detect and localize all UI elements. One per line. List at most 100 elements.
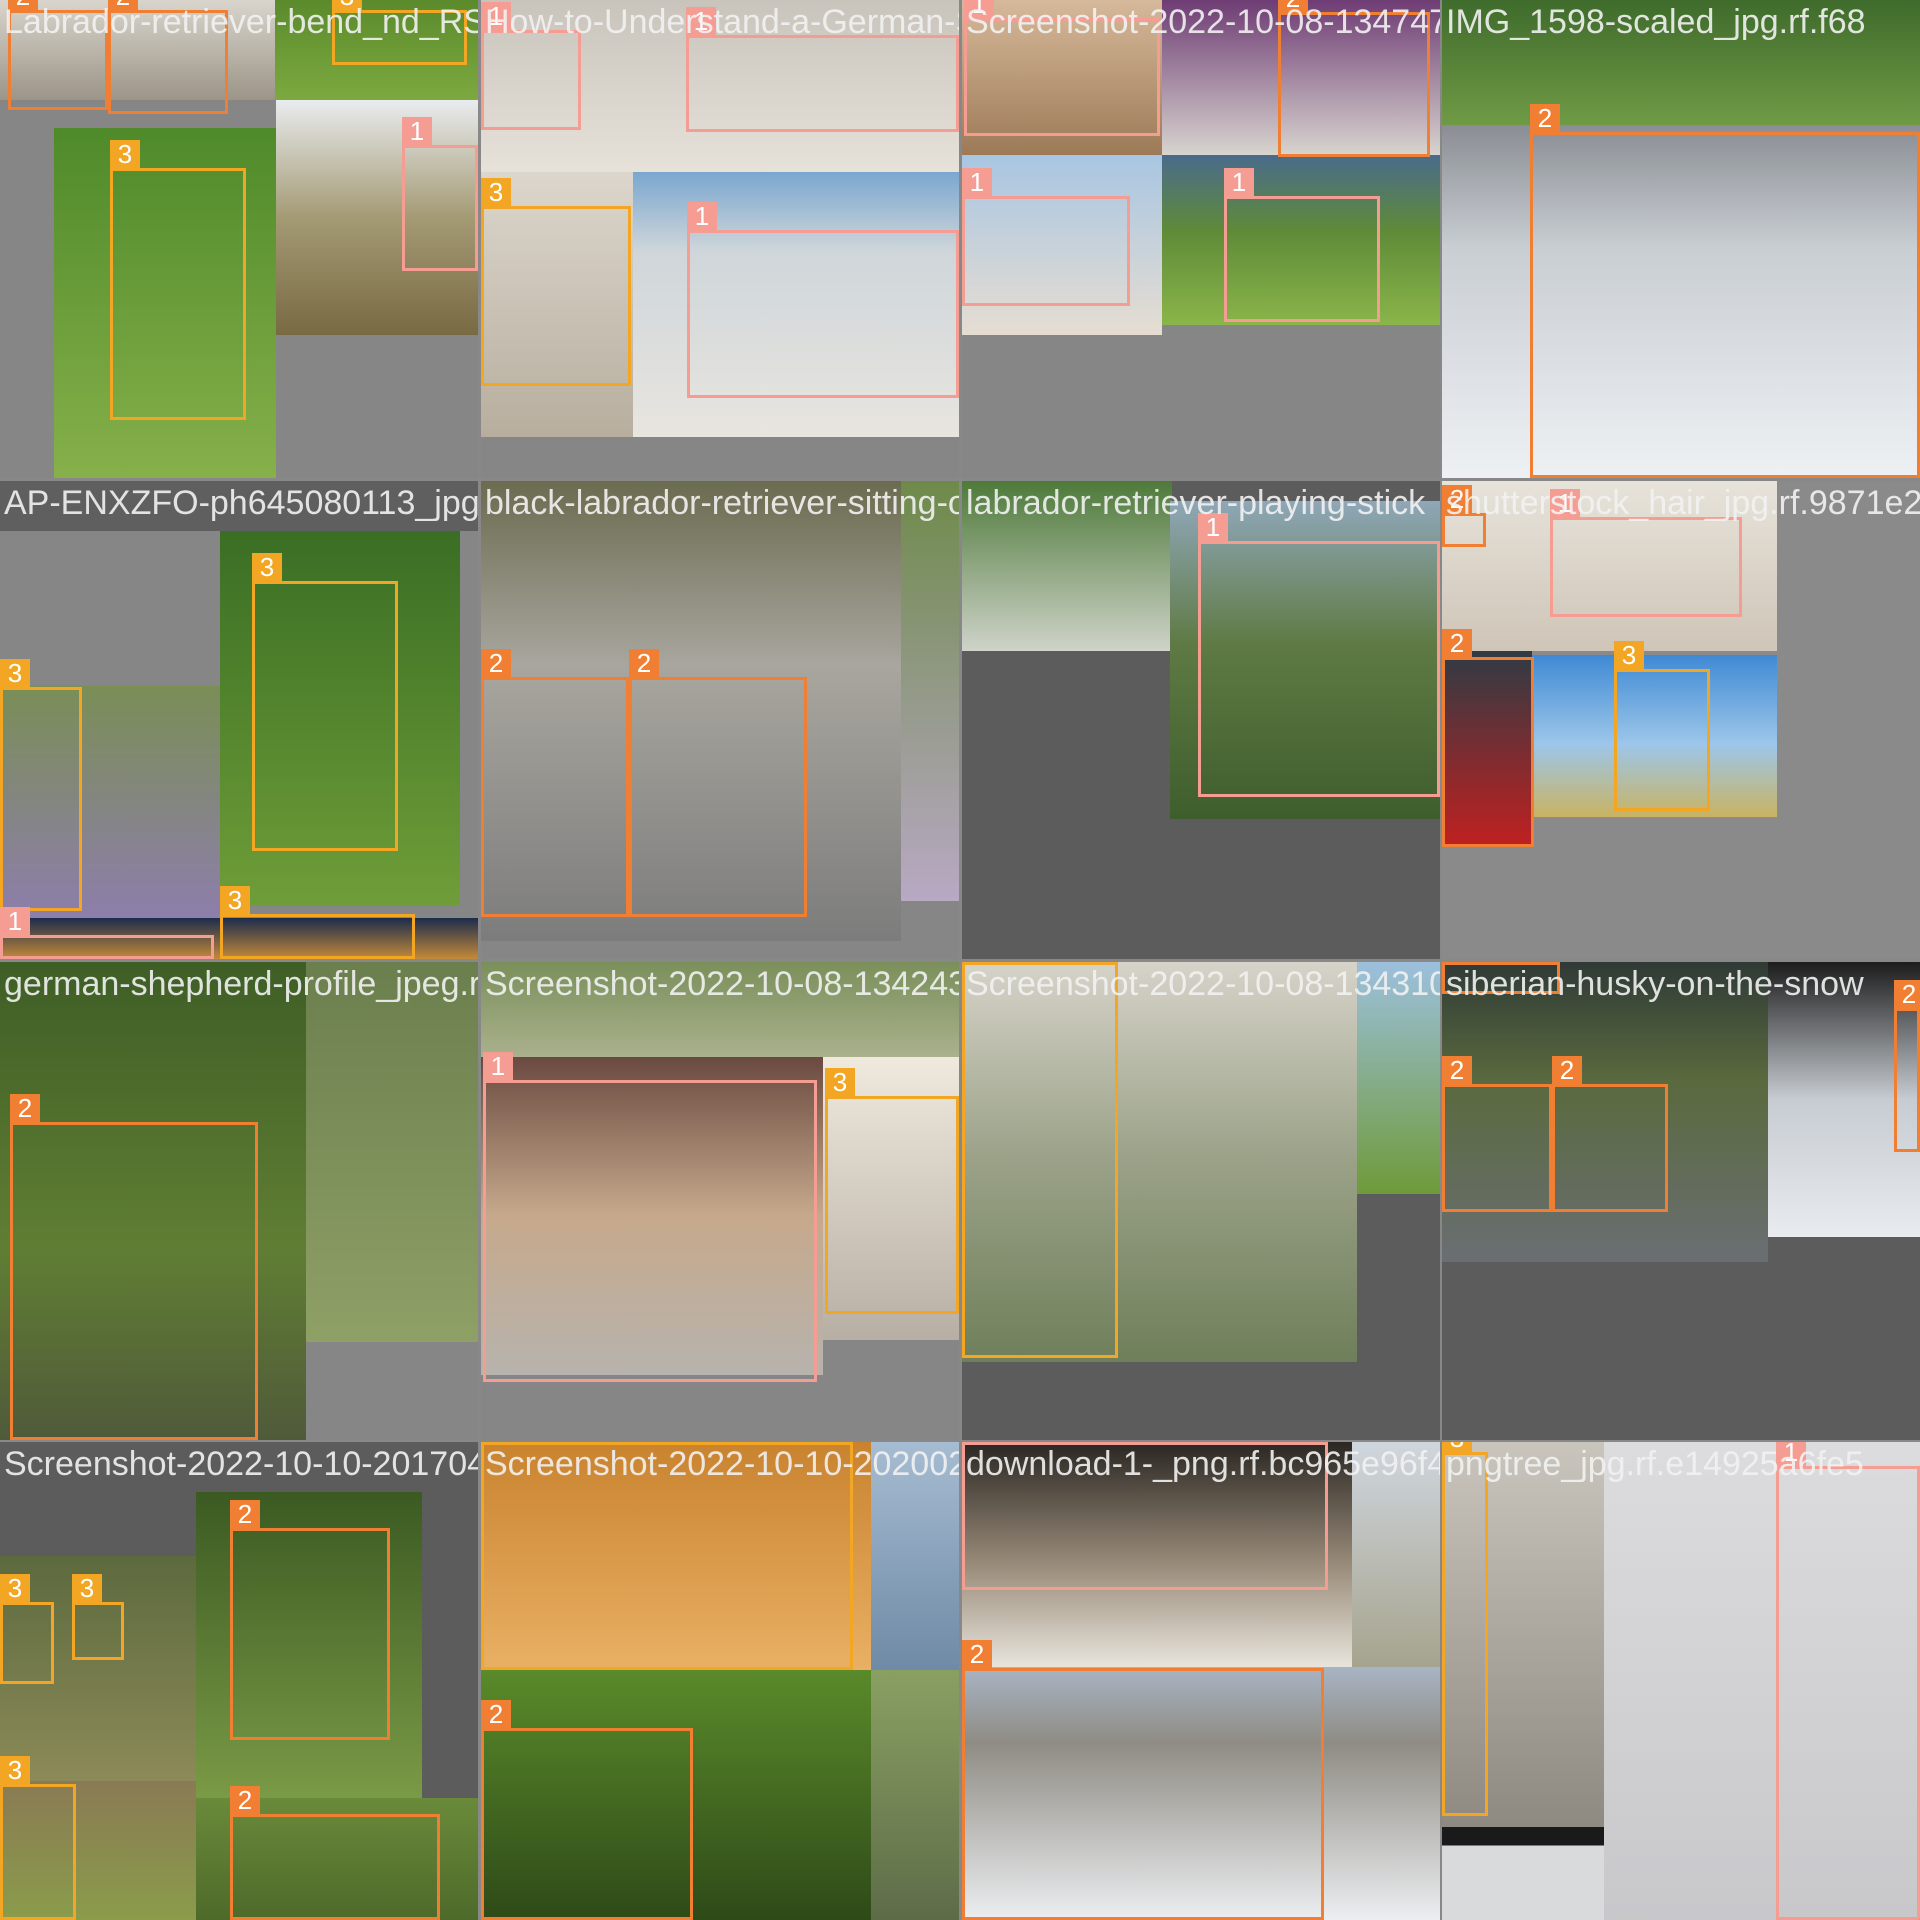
bbox: 3 [962,962,1118,1358]
bbox: 2 [108,0,228,114]
tile-photo [901,481,959,901]
bbox: 1 [1776,1442,1920,1920]
bbox-label: 3 [220,886,250,914]
bbox-label: 1 [1550,489,1580,517]
bbox-label: 1 [483,1052,513,1080]
bbox-label: 2 [230,1786,260,1814]
bbox: 3 [220,886,415,959]
bbox: 1 [483,1052,817,1382]
bbox-label: 2 [1442,1056,1472,1084]
bbox-label: 3 [0,1574,30,1602]
bbox: 3 [0,659,82,911]
bbox: 1 [402,117,478,271]
bbox: 2 [481,1700,693,1920]
bbox: 3 [825,1068,959,1314]
bbox-label: 3 [110,140,140,168]
bbox-label: 1 [962,168,992,196]
mosaic-grid: 2 2 3 3 1 Labrador-retriever-bend_nd_RSR… [0,0,1920,1920]
bbox: 1 [687,202,959,398]
bbox-label: 1 [402,117,432,145]
bbox-label: 3 [252,553,282,581]
bbox: 2 [962,1640,1324,1920]
bbox: 3 [0,1574,54,1684]
bbox: 1 [962,1442,1328,1590]
bbox: 2 [1442,629,1534,847]
bbox-label: 2 [629,649,659,677]
tile-photo [0,481,478,531]
bbox-label: 2 [108,0,138,10]
tile-photo [1442,0,1920,125]
bbox: 3 [252,553,398,851]
bbox-label: 3 [825,1068,855,1096]
mosaic-tile: 2 2 2 2 siberian-husky-on-the-snow [1442,962,1920,1440]
bbox: 1 [1550,489,1742,617]
tile-photo [871,1442,959,1670]
mosaic-tile: 1 3 Screenshot-2022-10-08-134243_png.rf.… [481,962,959,1440]
bbox-label: 1 [0,907,30,935]
mosaic-tile: 2 2 black-labrador-retriever-sitting-on-… [481,481,959,959]
bbox-label: 3 [481,178,511,206]
bbox: 1 [962,168,1130,306]
bbox: 1 [0,907,214,959]
tile-photo [306,962,478,1342]
mosaic-tile: 3 Screenshot-2022-10-08-134310_png.rf.4b [962,962,1440,1440]
tile-photo [871,1670,959,1920]
bbox-label: 2 [1530,104,1560,132]
mosaic-tile: 1 1 3 1 How-to-Understand-a-German-Sheph… [481,0,959,478]
mosaic-tile: 2 IMG_1598-scaled_jpg.rf.f68 [1442,0,1920,478]
bbox-label: 2 [962,1640,992,1668]
bbox-label: 2 [1278,0,1308,12]
bbox: 2 [629,649,807,917]
bbox-label: 3 [332,0,362,10]
bbox: 3 [110,140,246,420]
bbox: 2 [230,1786,440,1920]
tile-photo [1352,1442,1440,1667]
bbox: 3 [0,1756,76,1920]
bbox: 1 [964,0,1160,136]
bbox: 3 [481,178,631,386]
mosaic-tile: 2 1 2 3 shutterstock_hair_jpg.rf.9871e29… [1442,481,1920,959]
bbox-label: 3 [1614,641,1644,669]
tile-photo [1357,962,1440,1194]
mosaic-tile: 1 labrador-retriever-playing-stick [962,481,1440,959]
bbox: 2 [481,649,629,917]
bbox: 1 [1198,513,1440,797]
bbox: 2 [1530,104,1920,478]
bbox-label: 2 [230,1500,260,1528]
bbox-label: 1 [1776,1442,1806,1466]
bbox: 2 [1442,1056,1552,1212]
bbox-label: 2 [1894,980,1920,1008]
bbox-label: 2 [481,1700,511,1728]
bbox-label: 1 [687,202,717,230]
bbox: 2 [1894,980,1920,1152]
bbox-label: 3 [1442,1442,1472,1452]
bbox: 2 [10,1094,258,1440]
tile-filename: Screenshot-2022-10-10-201704_png.rf.27 [4,1445,478,1483]
bbox: 3 [1614,641,1710,811]
bbox-label: 1 [481,2,511,30]
bbox: 2 [1442,962,1560,994]
bbox-label: 3 [0,659,30,687]
tile-photo [962,481,1172,651]
bbox: 2 [1278,0,1430,157]
bbox: 1 [686,7,959,132]
bbox-label: 2 [481,649,511,677]
bbox: 2 [1442,485,1486,547]
bbox-label: 2 [10,1094,40,1122]
bbox: 1 [481,2,581,130]
bbox: 3 [481,1442,853,1670]
tile-photo [481,962,959,1057]
mosaic-tile: 1 2 download-1-_png.rf.bc965e96f48c [962,1442,1440,1920]
tile-photo [1442,1827,1604,1920]
bbox-label: 1 [1224,168,1254,196]
mosaic-tile: 3 3 1 3 AP-ENXZFO-ph645080113_jpg.rf.9ab… [0,481,478,959]
bbox-label: 1 [964,0,994,18]
bbox-label: 3 [72,1574,102,1602]
bbox: 2 [230,1500,390,1740]
bbox-label: 1 [686,7,716,35]
bbox: 3 [332,0,467,65]
bbox-label: 1 [1198,513,1228,541]
mosaic-tile: 2 2 3 3 1 Labrador-retriever-bend_nd_RSR… [0,0,478,478]
bbox: 2 [8,0,108,110]
mosaic-tile: 1 2 1 1 Screenshot-2022-10-08-134747_png… [962,0,1440,478]
